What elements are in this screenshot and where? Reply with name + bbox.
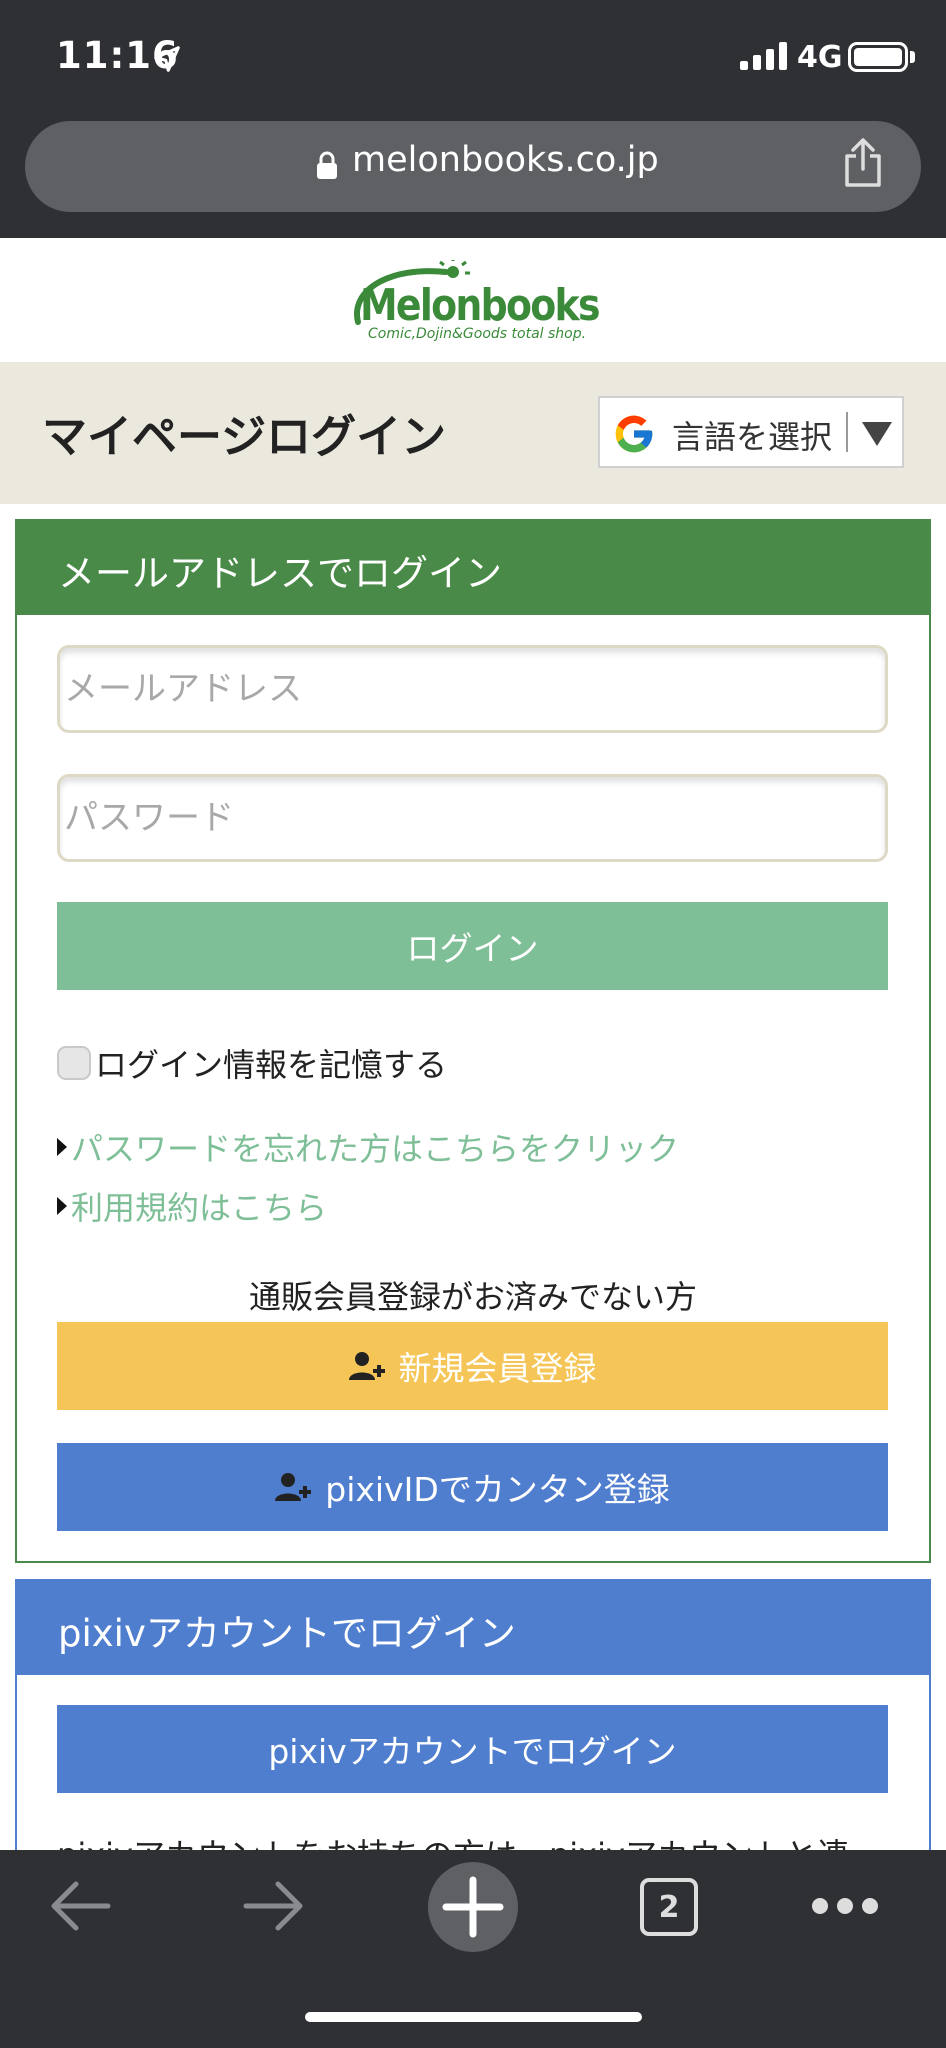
password-input[interactable] [57, 774, 888, 862]
terms-text[interactable]: 利用規約はこちら [71, 1183, 327, 1229]
plus-icon [442, 1876, 504, 1938]
pixiv-login-button[interactable]: pixivアカウントでログイン [57, 1705, 888, 1793]
back-arrow-icon[interactable] [48, 1880, 112, 1932]
email-input[interactable] [57, 645, 888, 733]
pixiv-id-register-button[interactable]: pixivIDでカンタン登録 [57, 1443, 888, 1531]
logo-text: Melonbooks [360, 280, 601, 331]
google-g-icon [615, 415, 653, 453]
terms-link[interactable]: 利用規約はこちら [57, 1183, 327, 1229]
more-menu-icon[interactable] [812, 1898, 878, 1914]
language-select-divider [846, 412, 848, 452]
battery-tip [910, 51, 915, 63]
logo-tagline: Comic,Dojin&Goods total shop. [368, 326, 587, 342]
dropdown-arrow-icon [862, 422, 892, 446]
new-tab-button[interactable] [428, 1862, 518, 1952]
melonbooks-logo[interactable]: Melonbooks Comic,Dojin&Goods total shop. [350, 258, 601, 350]
register-note: 通販会員登録がお済みでない方 [248, 1278, 697, 1316]
language-select[interactable]: 言語を選択 [598, 396, 904, 468]
network-type: 4G [797, 40, 843, 75]
user-plus-icon [275, 1473, 312, 1501]
language-select-label: 言語を選択 [672, 418, 833, 456]
remember-login-label[interactable]: ログイン情報を記憶する [95, 1040, 447, 1086]
signal-bars-icon [740, 42, 787, 70]
home-indicator[interactable] [305, 2012, 642, 2022]
forgot-password-link[interactable]: パスワードを忘れた方はこちらをクリック [57, 1124, 679, 1170]
lock-icon [317, 151, 337, 179]
login-button-label: ログイン [406, 929, 539, 968]
remember-login-row[interactable]: ログイン情報を記憶する [57, 1040, 447, 1086]
triangle-right-icon [57, 1197, 67, 1215]
battery-icon [848, 42, 908, 72]
pixiv-login-heading: pixivアカウントでログイン [58, 1612, 516, 1655]
share-icon[interactable] [842, 138, 884, 188]
page-title: マイページログイン [42, 410, 447, 463]
email-login-heading: メールアドレスでログイン [58, 552, 502, 595]
triangle-right-icon [57, 1138, 67, 1156]
pixiv-login-button-label: pixivアカウントでログイン [268, 1732, 677, 1771]
forward-arrow-icon[interactable] [242, 1880, 306, 1932]
register-button[interactable]: 新規会員登録 [57, 1322, 888, 1410]
pixiv-id-register-label: pixivIDでカンタン登録 [325, 1470, 670, 1509]
url-text[interactable]: melonbooks.co.jp [352, 140, 659, 180]
user-plus-icon [348, 1352, 385, 1380]
login-button[interactable]: ログイン [57, 902, 888, 990]
remember-login-checkbox[interactable] [57, 1046, 91, 1080]
forgot-password-text[interactable]: パスワードを忘れた方はこちらをクリック [71, 1124, 679, 1170]
tabs-button[interactable]: 2 [640, 1878, 698, 1936]
register-button-label: 新規会員登録 [398, 1349, 597, 1388]
location-arrow-icon [154, 46, 180, 72]
